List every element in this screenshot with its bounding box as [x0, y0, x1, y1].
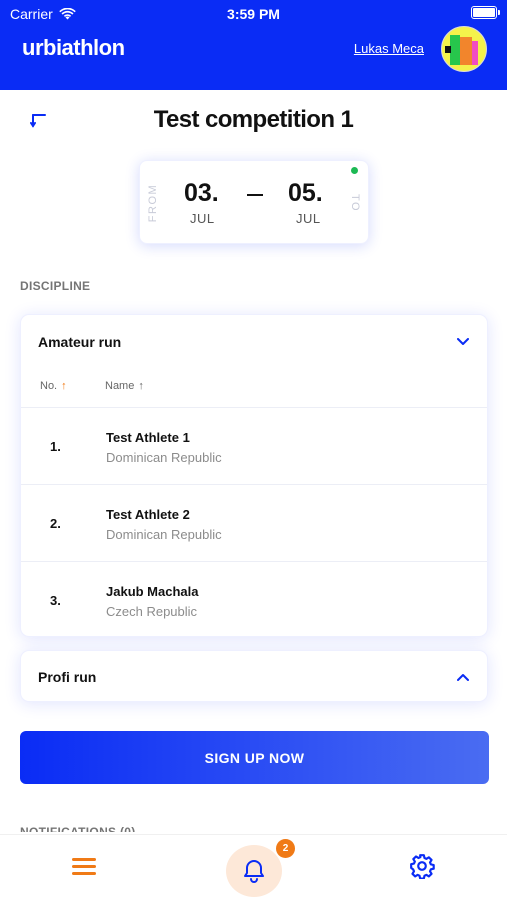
column-name-label: Name — [105, 380, 135, 392]
athlete-country: Czech Republic — [106, 604, 198, 619]
start-day: 03. — [184, 179, 219, 207]
athlete-name: Test Athlete 2 — [106, 507, 190, 522]
athlete-row[interactable]: 2. Test Athlete 2 Dominican Republic — [21, 484, 487, 561]
athlete-rank: 1. — [50, 439, 61, 454]
from-label: FROM — [147, 183, 160, 223]
end-month: JUL — [296, 211, 321, 226]
discipline-panel-title[interactable]: Amateur run — [38, 334, 121, 350]
live-status-dot — [351, 167, 358, 174]
bell-icon — [244, 860, 264, 883]
user-profile-link[interactable]: Lukas Meca — [354, 41, 424, 56]
column-no-label: No. — [40, 380, 58, 392]
date-separator — [247, 194, 263, 196]
start-month: JUL — [190, 211, 215, 226]
notification-count-badge: 2 — [276, 839, 295, 858]
app-header: Carrier 3:59 PM urbiathlon Lukas Meca — [0, 0, 507, 90]
athlete-country: Dominican Republic — [106, 450, 222, 465]
discipline-panel-profi-run[interactable]: Profi run — [20, 650, 488, 702]
athlete-row[interactable]: 1. Test Athlete 1 Dominican Republic — [21, 407, 487, 484]
hamburger-menu-icon[interactable] — [72, 858, 98, 878]
athlete-rank: 3. — [50, 593, 61, 608]
athlete-row[interactable]: 3. Jakub Machala Czech Republic — [21, 561, 487, 636]
avatar[interactable] — [441, 26, 487, 72]
clock-text: 3:59 PM — [227, 6, 280, 22]
page-title: Test competition 1 — [153, 106, 354, 133]
athlete-rank: 2. — [50, 516, 61, 531]
athlete-name: Jakub Machala — [106, 584, 199, 599]
sort-up-arrow-icon: ↑ — [138, 380, 144, 392]
date-range-card: FROM 03. JUL 05. JUL TO — [139, 160, 369, 244]
gear-icon[interactable] — [409, 853, 435, 879]
sign-up-button[interactable]: SIGN UP NOW — [20, 731, 489, 784]
end-day: 05. — [288, 179, 323, 207]
status-bar: Carrier 3:59 PM — [0, 0, 507, 28]
chevron-down-icon[interactable] — [457, 338, 469, 346]
notifications-button[interactable] — [226, 845, 282, 897]
discipline-panel-title[interactable]: Profi run — [38, 669, 96, 685]
brand-logo-text: urbiathlon — [22, 35, 125, 60]
battery-icon — [471, 6, 500, 19]
discipline-section-title: DISCIPLINE — [20, 279, 91, 293]
to-label: TO — [348, 193, 361, 213]
sort-up-arrow-icon: ↑ — [61, 380, 67, 392]
competition-detail-page: Carrier 3:59 PM urbiathlon Lukas Meca Te… — [0, 0, 507, 900]
column-header-no[interactable]: No. ↑ — [40, 380, 67, 392]
athlete-name: Test Athlete 1 — [106, 430, 190, 445]
discipline-panel-amateur-run: Amateur run No. ↑ Name ↑ 1. Test Athlete 1… — [20, 314, 488, 637]
column-header-name[interactable]: Name ↑ — [105, 380, 144, 392]
chevron-up-icon[interactable] — [457, 673, 469, 681]
athlete-country: Dominican Republic — [106, 527, 222, 542]
